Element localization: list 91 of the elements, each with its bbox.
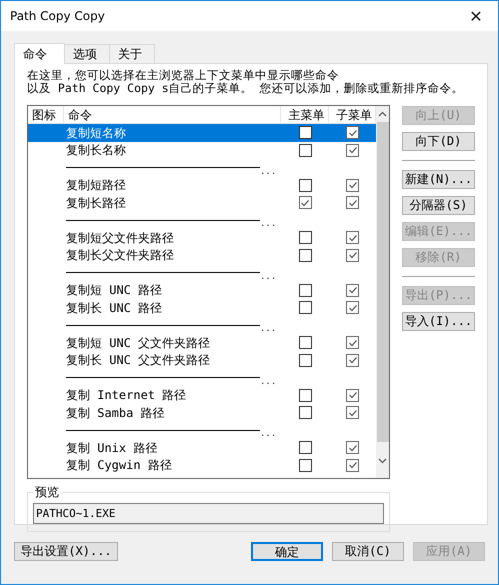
- column-header[interactable]: 图标: [28, 106, 64, 123]
- side-button[interactable]: 分隔器(S): [402, 196, 475, 215]
- separator-label: ...: [260, 376, 276, 387]
- checkbox[interactable]: [346, 231, 359, 244]
- scroll-down-icon[interactable]: [378, 458, 387, 464]
- command-row[interactable]: 复制长 UNC 路径: [28, 299, 376, 316]
- command-row[interactable]: 复制长名称: [28, 142, 376, 159]
- command-label: 复制短 UNC 父文件夹路径: [66, 336, 210, 350]
- column-header[interactable]: 主菜单: [281, 106, 329, 123]
- separator-row[interactable]: ...: [28, 422, 376, 439]
- command-row[interactable]: 复制短 UNC 路径: [28, 282, 376, 299]
- command-row[interactable]: 复制短名称: [28, 124, 376, 142]
- tab[interactable]: 关于: [109, 44, 155, 63]
- separator-row[interactable]: ...: [28, 316, 376, 334]
- scrollbar[interactable]: [376, 106, 389, 478]
- command-row[interactable]: 复制 Unix 路径: [28, 439, 376, 456]
- command-row[interactable]: 复制短 UNC 父文件夹路径: [28, 334, 376, 352]
- scroll-up-icon[interactable]: [378, 111, 387, 117]
- checkbox[interactable]: [346, 301, 359, 314]
- preview-field[interactable]: PATHCO~1.EXE: [33, 503, 384, 524]
- command-row[interactable]: 复制短父文件夹路径: [28, 229, 376, 246]
- dialog-button[interactable]: 确定: [251, 542, 323, 561]
- command-label: 复制短 UNC 路径: [66, 283, 162, 298]
- side-button[interactable]: 新建(N)...: [402, 170, 475, 189]
- description-text: 在这里，您可以选择在主浏览器上下文菜单中显示哪些命令: [27, 69, 340, 82]
- checkbox[interactable]: [346, 196, 359, 210]
- separator-row[interactable]: ...: [28, 212, 376, 229]
- checkbox[interactable]: [346, 126, 359, 140]
- checkbox[interactable]: [298, 441, 312, 454]
- separator-label: ...: [260, 166, 276, 177]
- command-label: 复制短父文件夹路径: [66, 230, 174, 245]
- command-label: 复制 Samba 路径: [66, 406, 165, 420]
- command-row[interactable]: 复制长父文件夹路径: [28, 246, 376, 264]
- checkbox[interactable]: [298, 284, 312, 297]
- separator-row[interactable]: ...: [28, 159, 376, 176]
- command-label: 复制长路径: [66, 196, 126, 210]
- checkbox[interactable]: [298, 126, 312, 140]
- command-label: 复制短名称: [66, 126, 126, 140]
- column-header[interactable]: 命令: [64, 106, 281, 123]
- checkbox[interactable]: [346, 388, 359, 402]
- checkbox[interactable]: [346, 354, 359, 367]
- window-title: Path Copy Copy: [9, 9, 105, 23]
- checkbox[interactable]: [298, 336, 312, 350]
- separator-row[interactable]: ...: [28, 264, 376, 282]
- tab[interactable]: 命令: [14, 43, 65, 64]
- checkbox[interactable]: [298, 144, 312, 157]
- dialog-button[interactable]: 取消(C): [332, 542, 404, 561]
- checkbox[interactable]: [346, 178, 359, 192]
- description-text: 以及 Path Copy Copy s自己的子菜单。 您还可以添加，删除或重新排序命令。: [27, 82, 465, 95]
- side-button[interactable]: 向下(D): [402, 132, 475, 151]
- tab[interactable]: 选项: [64, 44, 110, 63]
- separator-label: ...: [260, 429, 276, 440]
- checkbox[interactable]: [346, 458, 359, 472]
- command-label: 复制 Unix 路径: [66, 440, 158, 455]
- checkbox[interactable]: [298, 406, 312, 420]
- command-row[interactable]: 复制短路径: [28, 176, 376, 194]
- checkbox[interactable]: [346, 336, 359, 350]
- checkbox[interactable]: [346, 248, 359, 262]
- preview-label: 预览: [34, 484, 60, 501]
- command-row[interactable]: 复制长 UNC 父文件夹路径: [28, 352, 376, 369]
- checkbox[interactable]: [298, 388, 312, 402]
- command-label: 复制长 UNC 路径: [66, 300, 162, 315]
- checkbox[interactable]: [346, 144, 359, 157]
- command-label: 复制长 UNC 父文件夹路径: [66, 353, 210, 368]
- dialog-button[interactable]: 导出设置(X)...: [14, 542, 118, 561]
- command-row[interactable]: 复制长路径: [28, 194, 376, 212]
- checkbox[interactable]: [298, 354, 312, 367]
- separator-label: ...: [260, 324, 276, 334]
- close-button[interactable]: ✕: [454, 1, 498, 31]
- checkbox[interactable]: [346, 406, 359, 420]
- command-label: 复制 Cygwin 路径: [66, 458, 172, 472]
- checkbox[interactable]: [298, 231, 312, 244]
- checkbox[interactable]: [346, 284, 359, 297]
- checkbox[interactable]: [298, 248, 312, 262]
- checkbox[interactable]: [298, 458, 312, 472]
- checkbox[interactable]: [346, 441, 359, 454]
- command-label: 复制长父文件夹路径: [66, 248, 174, 262]
- separator-label: ...: [260, 272, 276, 282]
- command-row[interactable]: 复制 Cygwin 路径: [28, 456, 376, 474]
- command-label: 复制 Internet 路径: [66, 388, 186, 402]
- side-button[interactable]: 导入(I)...: [402, 312, 475, 331]
- checkbox[interactable]: [298, 301, 312, 314]
- command-row[interactable]: 复制 Samba 路径: [28, 404, 376, 422]
- scroll-thumb[interactable]: [376, 122, 388, 442]
- command-row[interactable]: 复制 Internet 路径: [28, 386, 376, 404]
- separator-label: ...: [260, 219, 276, 230]
- checkbox[interactable]: [298, 178, 312, 192]
- checkbox[interactable]: [298, 196, 312, 210]
- separator-row[interactable]: ...: [28, 369, 376, 386]
- command-label: 复制长名称: [66, 143, 126, 158]
- command-label: 复制短路径: [66, 178, 126, 192]
